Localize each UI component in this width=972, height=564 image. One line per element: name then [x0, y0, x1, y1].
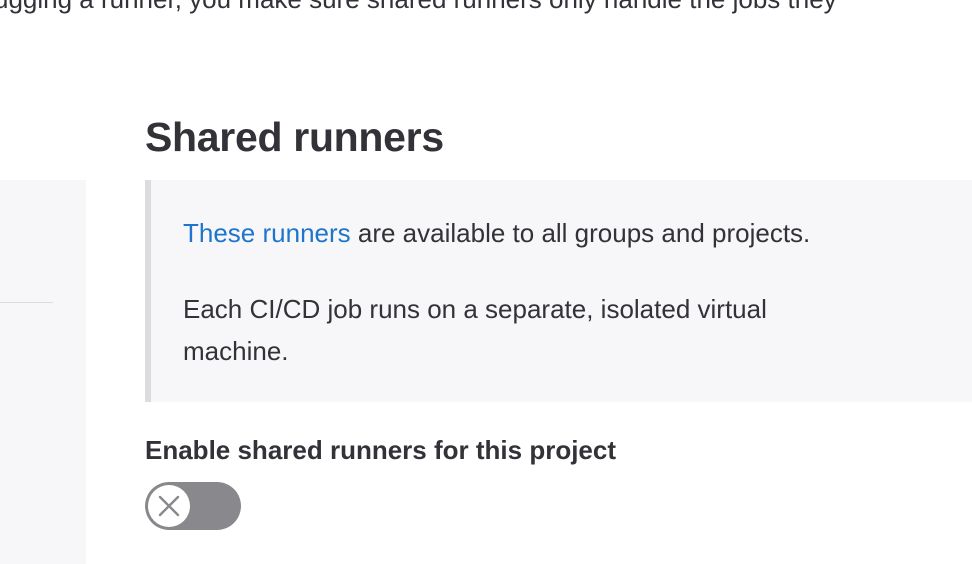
page: ugging a runner, you make sure shared ru…	[0, 0, 972, 564]
enable-shared-runners-toggle[interactable]	[145, 482, 241, 530]
shared-runners-info-box: These runners are available to all group…	[145, 180, 972, 402]
left-divider	[0, 302, 53, 303]
section-title: Shared runners	[145, 114, 444, 160]
info-availability-text: These runners are available to all group…	[183, 216, 810, 250]
close-icon	[158, 495, 180, 517]
toggle-knob	[148, 485, 190, 527]
info-availability-rest: are available to all groups and projects…	[350, 218, 811, 248]
info-isolation-text: Each CI/CD job runs on a separate, isola…	[183, 294, 767, 366]
enable-shared-runners-label: Enable shared runners for this project	[145, 435, 616, 465]
these-runners-link[interactable]: These runners	[183, 218, 351, 248]
truncated-description-text: ugging a runner, you make sure shared ru…	[0, 0, 837, 12]
left-panel	[0, 180, 86, 564]
